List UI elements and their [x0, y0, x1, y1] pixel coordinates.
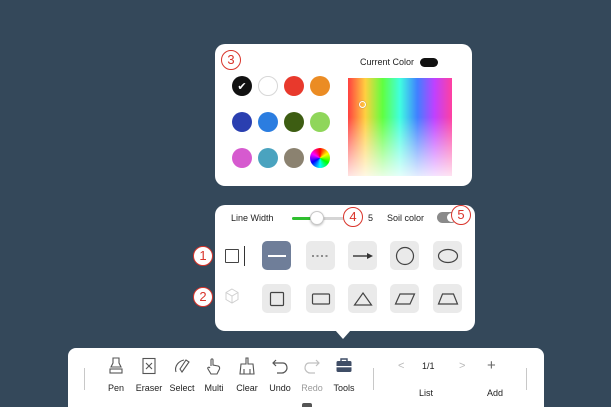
tools-label: Tools: [333, 383, 355, 393]
check-icon: ✔: [237, 80, 247, 93]
undo-label: Undo: [269, 383, 291, 393]
tools-button[interactable]: Tools: [326, 357, 362, 393]
color-swatch[interactable]: [310, 76, 330, 96]
triangle-tool[interactable]: [348, 284, 377, 313]
fill-toggle-checkbox[interactable]: [225, 249, 239, 263]
square-tool[interactable]: [262, 284, 291, 313]
select-icon: [175, 359, 190, 373]
ellipse-icon: [437, 248, 458, 263]
current-color-indicator: Current Color: [360, 57, 439, 67]
list-button[interactable]: List: [419, 388, 433, 398]
line-width-value: 5: [368, 213, 374, 223]
square-icon: [269, 291, 284, 306]
redo-button[interactable]: Redo: [294, 357, 330, 393]
toolbox-icon: [336, 358, 352, 372]
color-swatch[interactable]: [284, 148, 304, 168]
parallelogram-icon: [394, 292, 415, 305]
text-cursor-divider: [244, 246, 245, 266]
next-page-button[interactable]: >: [459, 360, 465, 372]
pen-button[interactable]: Pen: [98, 357, 134, 393]
page-indicator: 1/1: [422, 361, 435, 371]
current-color-label: Current Color: [360, 57, 415, 67]
parallelogram-tool[interactable]: [390, 284, 419, 313]
eraser-label: Eraser: [135, 383, 163, 393]
eraser-icon: [142, 357, 156, 375]
clear-button[interactable]: Clear: [229, 357, 265, 393]
color-swatch[interactable]: [232, 148, 252, 168]
trapezoid-tool[interactable]: [433, 284, 462, 313]
triangle-icon: [352, 291, 373, 306]
pen-icon: [109, 357, 123, 374]
previous-page-button[interactable]: <: [398, 360, 404, 372]
solid-line-tool[interactable]: [262, 241, 291, 270]
rectangle-icon: [311, 292, 330, 305]
color-swatch[interactable]: [284, 112, 304, 132]
panel-pointer: [335, 330, 351, 339]
solid-line-icon: [267, 254, 286, 257]
annotation-marker-3: 3: [221, 50, 241, 70]
clear-icon: [239, 357, 255, 375]
bottom-toolbar: Pen Eraser Select Multi Clear Undo Redo …: [68, 348, 544, 407]
circle-icon: [395, 246, 414, 265]
pen-label: Pen: [107, 383, 124, 393]
color-swatch[interactable]: [258, 112, 278, 132]
color-swatch[interactable]: [284, 76, 304, 96]
toolbar-divider: [84, 368, 85, 390]
select-button[interactable]: Select: [164, 357, 200, 393]
annotation-marker-1: 1: [193, 246, 213, 266]
eraser-button[interactable]: Eraser: [131, 357, 167, 393]
add-page-button[interactable]: +: [487, 357, 496, 374]
color-swatch[interactable]: [232, 112, 252, 132]
color-panel: 3 Current Color ✔: [215, 44, 472, 186]
soil-color-label: Soil color: [387, 213, 425, 223]
undo-button[interactable]: Undo: [262, 357, 298, 393]
multi-button[interactable]: Multi: [196, 357, 232, 393]
dotted-line-icon: [311, 254, 330, 257]
color-swatch[interactable]: [258, 148, 278, 168]
rectangle-tool[interactable]: [306, 284, 335, 313]
color-wheel-icon[interactable]: [310, 148, 330, 168]
cube-icon: [225, 288, 239, 304]
color-swatch[interactable]: [258, 76, 278, 96]
color-picker-spectrum[interactable]: [348, 78, 452, 176]
dotted-line-tool[interactable]: [306, 241, 335, 270]
multi-label: Multi: [204, 383, 224, 393]
color-picker-cursor[interactable]: [359, 101, 366, 108]
toolbar-drag-handle[interactable]: [302, 403, 312, 407]
add-label: Add: [487, 388, 504, 398]
color-swatch-grid: ✔: [232, 76, 330, 168]
shape-settings-panel: Line Width 4 5 Soil color 5 1 2: [193, 205, 475, 339]
annotation-marker-4: 4: [343, 207, 363, 227]
current-color-swatch: [420, 57, 439, 67]
multi-touch-icon: [207, 358, 221, 375]
toolbar-divider: [373, 368, 374, 390]
arrow-line-tool[interactable]: [348, 241, 377, 270]
arrow-icon: [352, 252, 373, 259]
redo-icon: [304, 359, 320, 374]
line-width-label: Line Width: [231, 213, 274, 223]
color-swatch[interactable]: [310, 112, 330, 132]
color-swatch[interactable]: ✔: [232, 76, 252, 96]
line-width-slider[interactable]: [292, 211, 348, 225]
line-width-slider-handle[interactable]: [310, 211, 325, 225]
undo-icon: [272, 359, 288, 374]
circle-tool[interactable]: [390, 241, 419, 270]
trapezoid-icon: [437, 292, 458, 305]
annotation-marker-5: 5: [451, 205, 471, 225]
ellipse-tool[interactable]: [433, 241, 462, 270]
toolbar-divider: [526, 368, 527, 390]
annotation-marker-2: 2: [193, 287, 213, 307]
redo-label: Redo: [301, 383, 323, 393]
select-label: Select: [169, 383, 195, 393]
clear-label: Clear: [236, 383, 258, 393]
